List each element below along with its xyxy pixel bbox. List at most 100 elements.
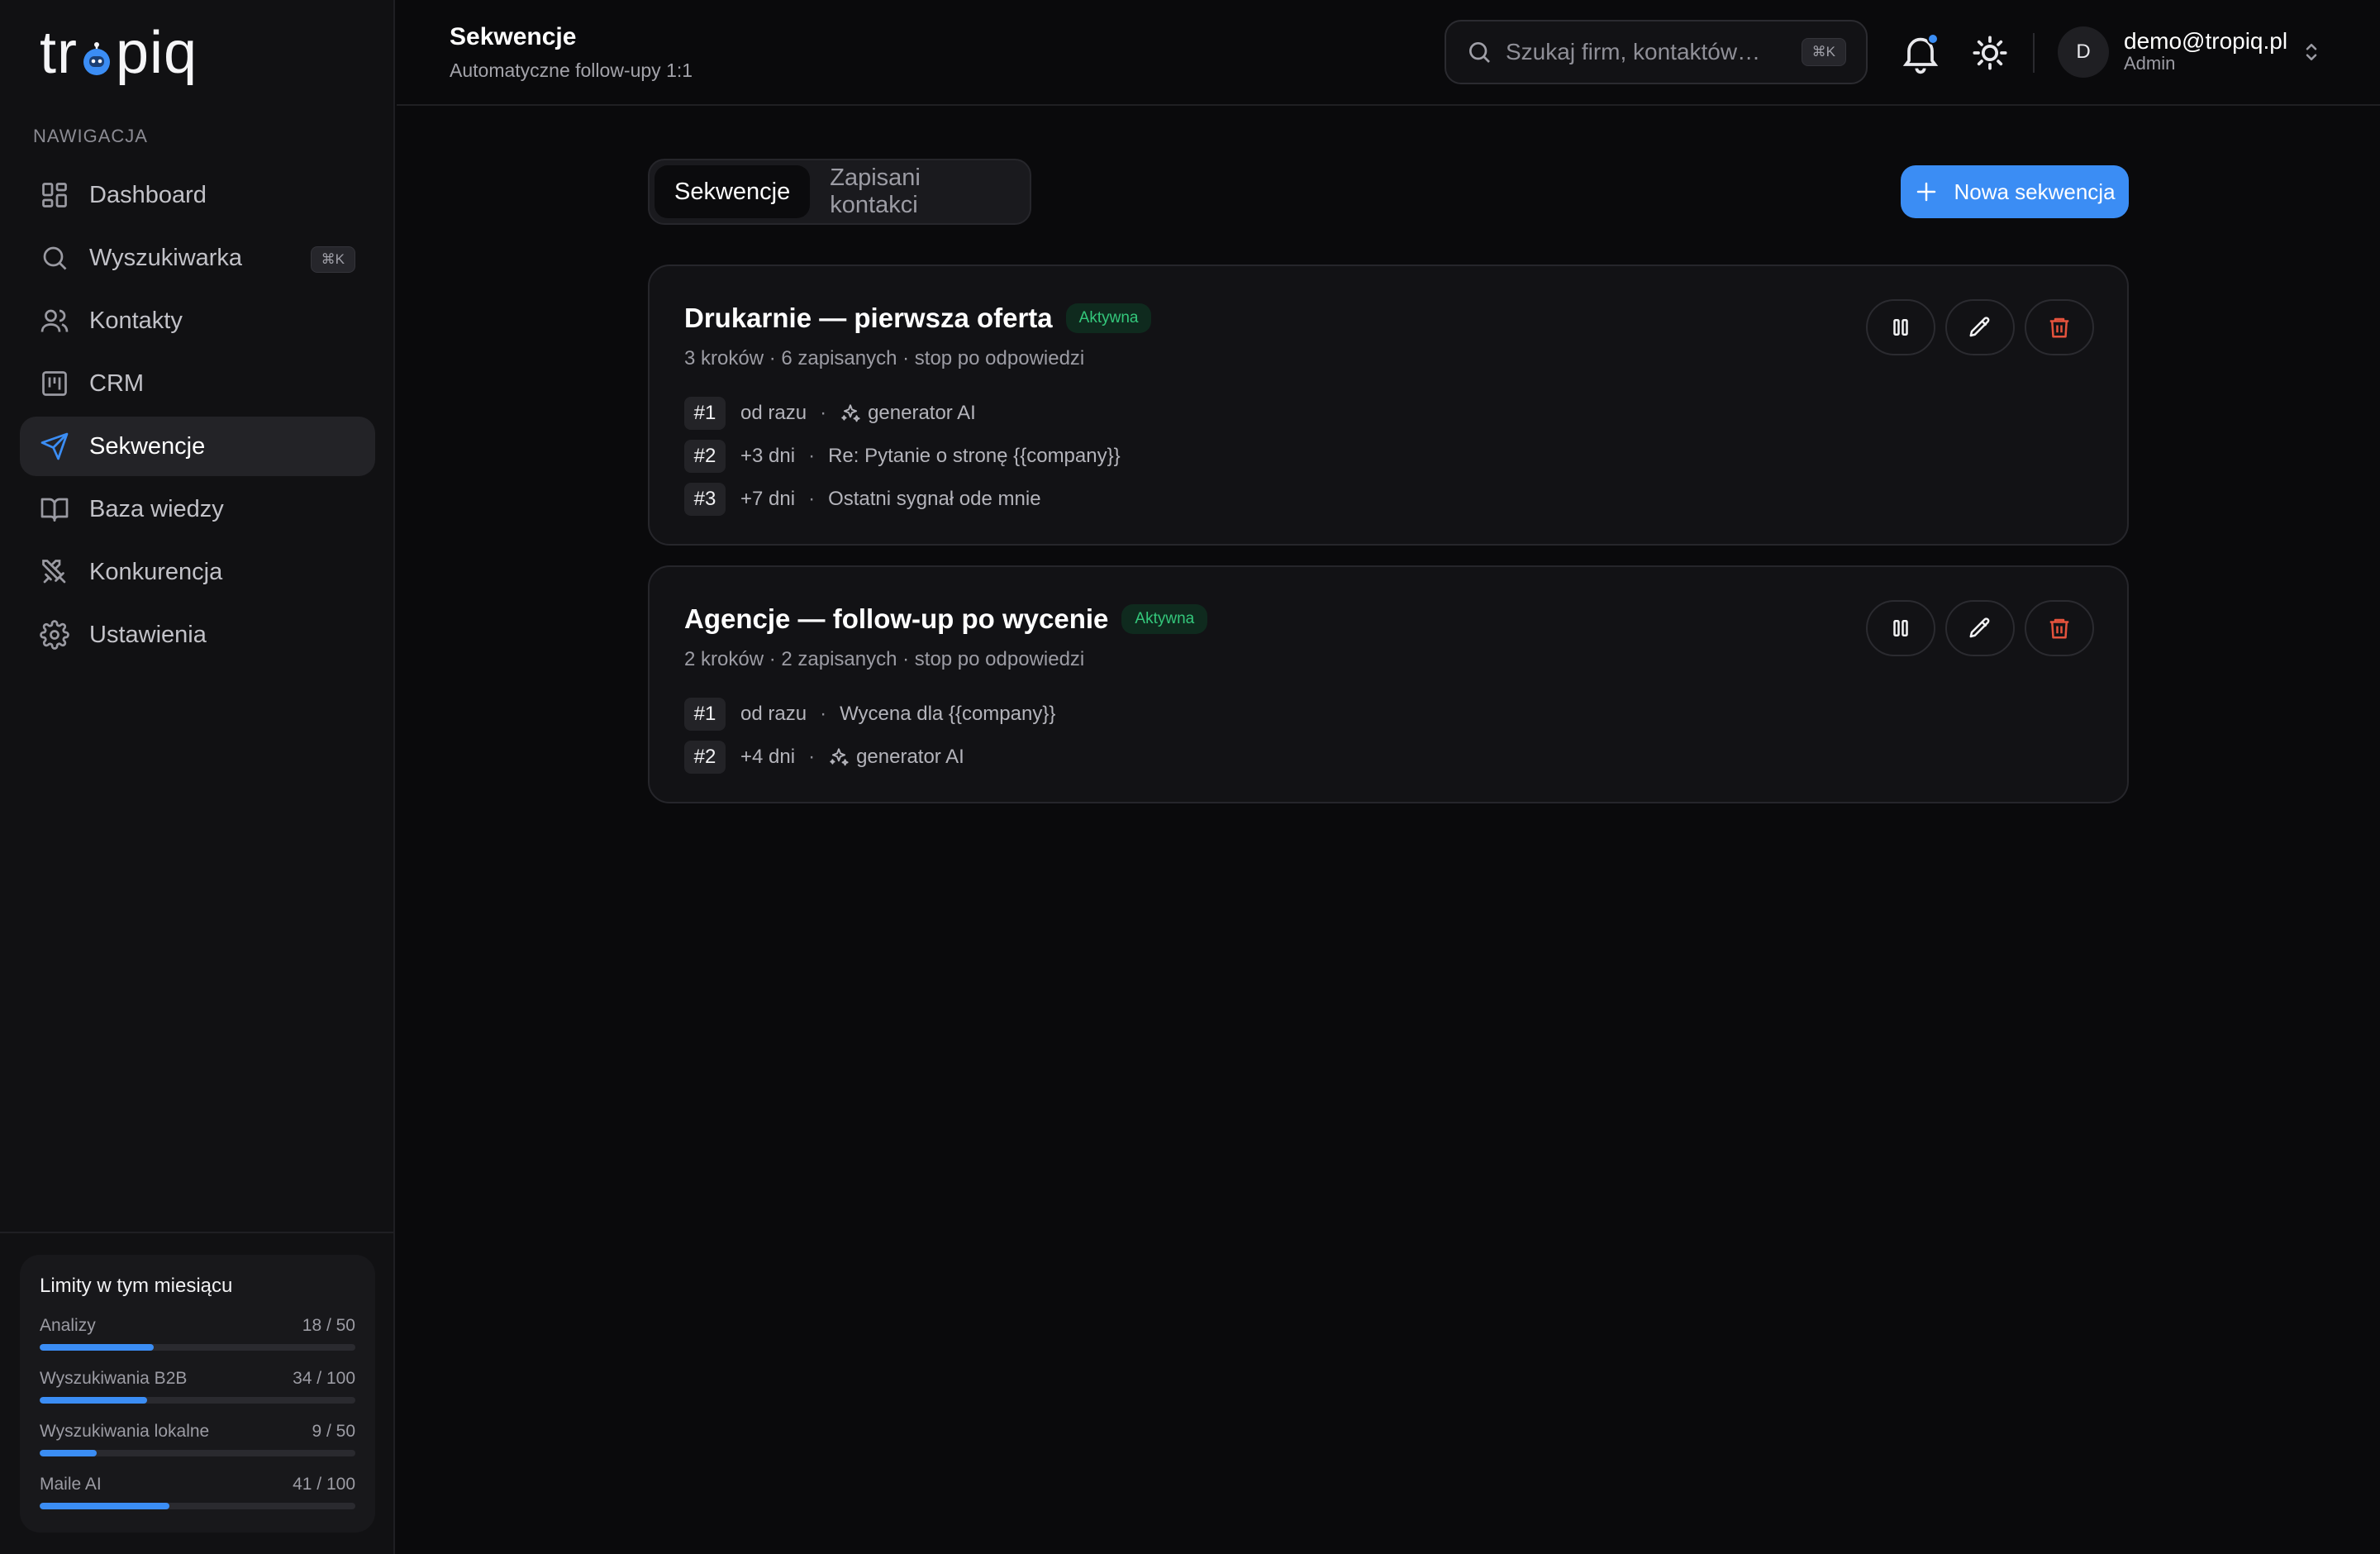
sidebar-item-wyszukiwarka[interactable]: Wyszukiwarka ⌘K <box>20 228 375 288</box>
sequence-steps: #1 od razu · generator AI #2 +3 dni · Re… <box>684 392 1121 521</box>
limit-value: 34 / 100 <box>293 1369 355 1388</box>
limit-value: 18 / 50 <box>302 1316 355 1335</box>
delete-button[interactable] <box>2025 600 2094 656</box>
limit-value: 41 / 100 <box>293 1475 355 1494</box>
step-subject: generator AI <box>856 746 964 768</box>
tab-zapisani-kontakci[interactable]: Zapisani kontakci <box>810 164 1025 218</box>
sequence-actions <box>1856 600 2094 656</box>
sidebar-item-label: CRM <box>89 369 145 397</box>
delete-button[interactable] <box>2025 299 2094 355</box>
limit-progress-fill <box>40 1450 97 1456</box>
limit-progress-bar <box>40 1450 355 1456</box>
step-separator: · <box>808 445 816 467</box>
logo[interactable]: tr piq <box>40 21 198 84</box>
theme-toggle-button[interactable] <box>1967 30 2013 76</box>
avatar[interactable]: D <box>2058 26 2109 78</box>
limit-progress-fill <box>40 1344 154 1351</box>
sidebar-item-kontakty[interactable]: Kontakty <box>20 291 375 350</box>
monthly-limits-panel: Limity w tym miesiącu Analizy 18 / 50 Wy… <box>20 1255 375 1533</box>
sequence-step: #2 +4 dni · generator AI <box>684 736 1055 779</box>
step-subject: Re: Pytanie o stronę {{company}} <box>828 445 1121 467</box>
book-icon <box>40 494 69 524</box>
limit-row-analizy: Analizy 18 / 50 <box>40 1316 355 1351</box>
edit-button[interactable] <box>1945 600 2015 656</box>
sidebar-item-dashboard[interactable]: Dashboard <box>20 165 375 225</box>
sidebar-item-sekwencje[interactable]: Sekwencje <box>20 417 375 476</box>
limit-progress-bar <box>40 1397 355 1404</box>
step-number: #1 <box>684 397 726 430</box>
logo-text-right: piq <box>115 20 198 86</box>
limit-label: Maile AI <box>40 1475 102 1494</box>
sequence-step: #2 +3 dni · Re: Pytanie o stronę {{compa… <box>684 435 1121 478</box>
search-icon <box>40 243 69 273</box>
pause-button[interactable] <box>1866 600 1935 656</box>
limit-progress-fill <box>40 1397 147 1404</box>
sun-icon <box>1967 30 2013 76</box>
robot-logo-icon <box>79 41 114 76</box>
trash-icon <box>2047 616 2072 641</box>
new-sequence-button[interactable]: Nowa sekwencja <box>1901 165 2129 218</box>
gear-icon <box>40 620 69 650</box>
shortcut-badge: ⌘K <box>310 246 355 273</box>
user-email[interactable]: demo@tropiq.pl <box>2124 28 2287 55</box>
limit-label: Wyszukiwania lokalne <box>40 1422 210 1441</box>
step-delay: +7 dni <box>740 488 796 510</box>
step-number: #2 <box>684 741 726 774</box>
search-shortcut-badge: ⌘K <box>1801 38 1846 66</box>
user-role: Admin <box>2124 53 2176 74</box>
limit-label: Analizy <box>40 1316 96 1335</box>
step-number: #3 <box>684 483 726 516</box>
pause-button[interactable] <box>1866 299 1935 355</box>
step-subject: Ostatni sygnał ode mnie <box>828 488 1041 510</box>
edit-button[interactable] <box>1945 299 2015 355</box>
status-badge: Aktywna <box>1065 303 1152 333</box>
sidebar-item-label: Sekwencje <box>89 432 206 460</box>
sidebar-divider <box>0 1232 395 1233</box>
step-separator: · <box>808 746 816 768</box>
dashboard-icon <box>40 180 69 210</box>
page-title: Sekwencje <box>450 23 577 50</box>
sequence-title[interactable]: Agencje — follow-up po wycenie <box>684 603 1108 635</box>
sidebar-item-konkurencja[interactable]: Konkurencja <box>20 542 375 602</box>
sequence-step: #1 od razu · generator AI <box>684 392 1121 435</box>
limit-progress-bar <box>40 1503 355 1509</box>
sequence-meta: 3 kroków · 6 zapisanych · stop po odpowi… <box>684 347 1085 369</box>
limit-row-wyszukiwania-b2b: Wyszukiwania B2B 34 / 100 <box>40 1369 355 1404</box>
topbar: Sekwencje Automatyczne follow-upy 1:1 ⌘K <box>397 0 2380 106</box>
sidebar-item-crm[interactable]: CRM <box>20 354 375 413</box>
sparkles-icon <box>840 403 861 424</box>
notification-dot <box>1927 33 1939 45</box>
users-icon <box>40 306 69 336</box>
step-delay: +4 dni <box>740 746 796 768</box>
step-delay: od razu <box>740 402 807 424</box>
status-badge: Aktywna <box>1121 604 1208 634</box>
pause-icon <box>1888 616 1913 641</box>
step-delay: od razu <box>740 703 807 725</box>
plus-icon <box>1914 179 1939 204</box>
sidebar: tr piq NAWIGACJA Dashboard Wyszukiwarka … <box>0 0 395 1554</box>
sidebar-item-label: Dashboard <box>89 181 207 208</box>
logo-text-left: tr <box>40 20 78 86</box>
limit-value: 9 / 50 <box>312 1422 355 1441</box>
sidebar-item-baza-wiedzy[interactable]: Baza wiedzy <box>20 479 375 539</box>
new-sequence-label: Nowa sekwencja <box>1954 179 2116 204</box>
user-menu-chevron-icon[interactable] <box>2299 38 2324 66</box>
global-search[interactable]: ⌘K <box>1445 20 1868 84</box>
limit-label: Wyszukiwania B2B <box>40 1369 188 1388</box>
sequence-title[interactable]: Drukarnie — pierwsza oferta <box>684 303 1053 334</box>
sequence-steps: #1 od razu · Wycena dla {{company}} #2 +… <box>684 693 1055 779</box>
search-input[interactable] <box>1506 39 1787 65</box>
search-icon <box>1466 39 1492 65</box>
page-subtitle: Automatyczne follow-upy 1:1 <box>450 60 693 81</box>
sequence-step: #1 od razu · Wycena dla {{company}} <box>684 693 1055 736</box>
pencil-icon <box>1968 315 1992 340</box>
trash-icon <box>2047 315 2072 340</box>
step-number: #1 <box>684 698 726 731</box>
limit-row-wyszukiwania-lokalne: Wyszukiwania lokalne 9 / 50 <box>40 1422 355 1456</box>
notifications-button[interactable] <box>1897 30 1944 76</box>
tab-sekwencje[interactable]: Sekwencje <box>654 165 811 218</box>
step-delay: +3 dni <box>740 445 796 467</box>
step-subject: Wycena dla {{company}} <box>840 703 1056 725</box>
send-icon <box>40 431 69 461</box>
sidebar-item-ustawienia[interactable]: Ustawienia <box>20 605 375 665</box>
